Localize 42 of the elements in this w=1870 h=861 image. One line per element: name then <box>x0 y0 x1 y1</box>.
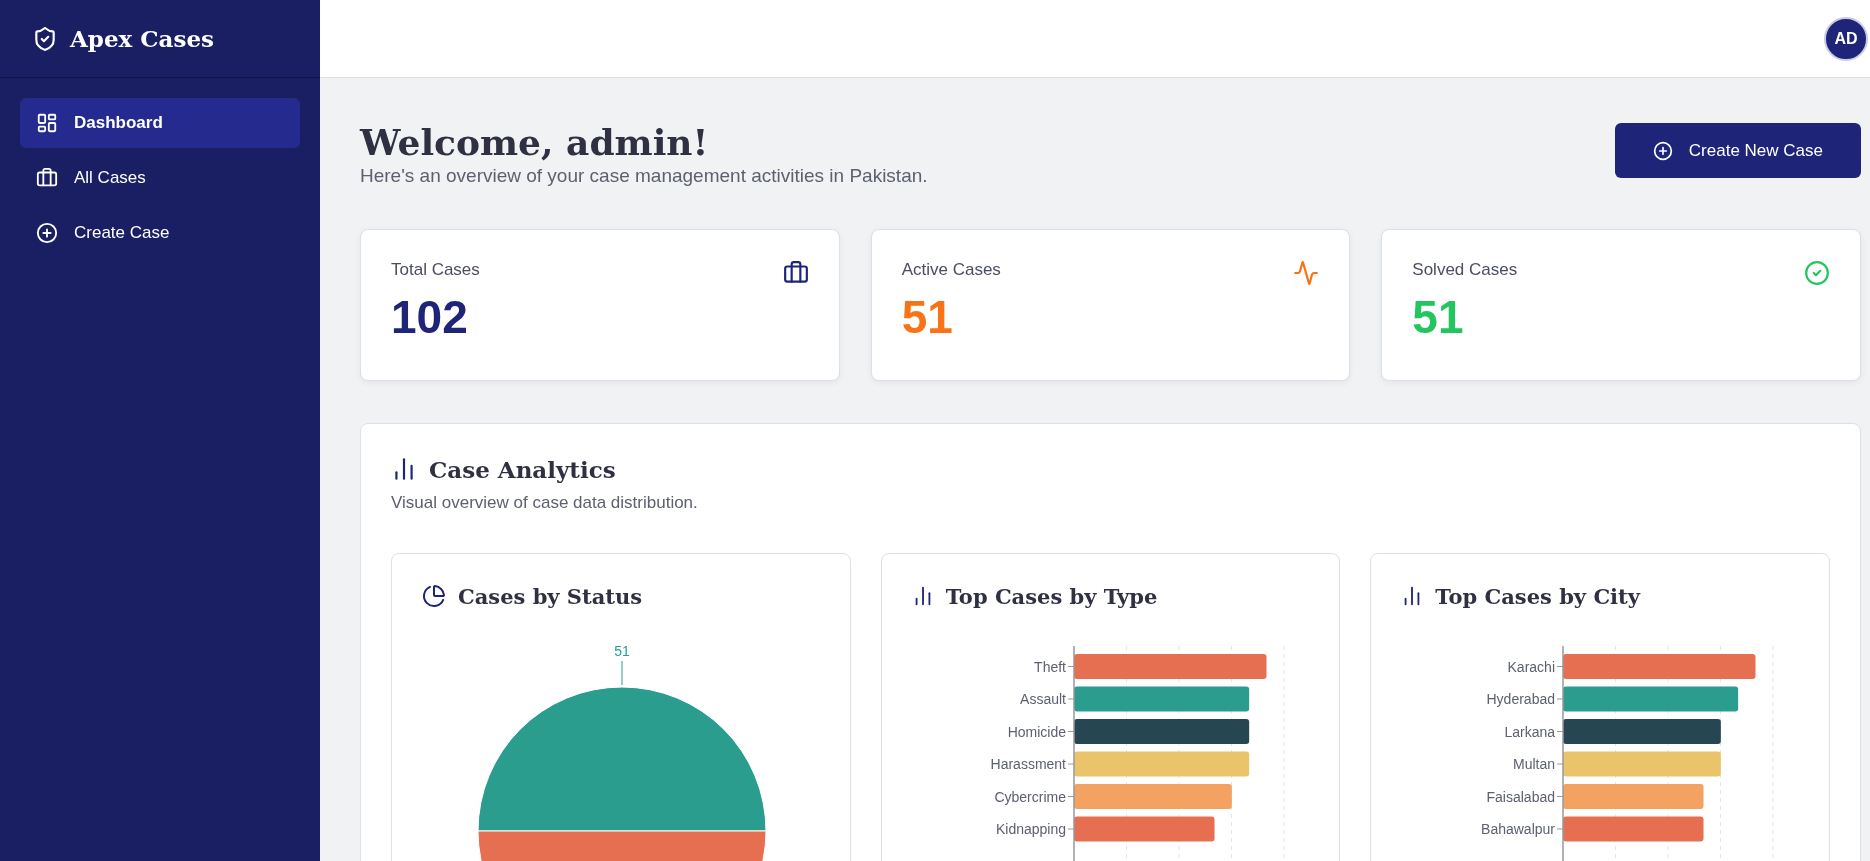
chart-title: Top Cases by City <box>1435 583 1640 609</box>
chart-title: Cases by Status <box>458 583 643 609</box>
axis-label: Theft <box>1033 658 1066 675</box>
nav-item[interactable]: Create Case <box>20 208 300 258</box>
panel-subtitle: Visual overview of case data distribution. <box>391 492 699 513</box>
create-case-button[interactable]: Create New Case <box>1614 123 1861 178</box>
check-circle-icon <box>1804 259 1830 286</box>
stat-label: Active Cases <box>901 259 1001 279</box>
brand-name: Apex Cases <box>70 25 215 52</box>
stat-value: 102 <box>391 289 469 344</box>
shield-icon <box>32 25 58 52</box>
axis-label: Hyderabad <box>1486 690 1556 707</box>
user-avatar[interactable]: AD <box>1824 16 1868 61</box>
briefcase-icon <box>36 167 58 189</box>
dashboard-icon <box>36 112 58 134</box>
plus-circle-icon <box>36 222 58 244</box>
value-label: 51 <box>614 642 630 659</box>
axis-label: Faisalabad <box>1486 788 1556 805</box>
axis-label: Larkana <box>1504 723 1556 740</box>
activity-icon <box>1293 259 1320 286</box>
plus-circle-icon <box>1652 140 1673 161</box>
stat-label: Solved Cases <box>1412 259 1518 279</box>
axis-label: Assault <box>1019 690 1066 707</box>
axis-label: Karachi <box>1507 658 1556 675</box>
pie-chart-icon <box>422 584 446 609</box>
stat-value: 51 <box>1412 289 1465 344</box>
axis-label: Kidnapping <box>995 820 1066 837</box>
axis-label: Cybercrime <box>994 788 1066 805</box>
nav-item[interactable]: All Cases <box>20 153 300 203</box>
nav-item[interactable]: Dashboard <box>20 98 300 148</box>
page-subtitle: Here's an overview of your case management activities in Pakistan. <box>360 164 928 187</box>
leader-line <box>621 660 623 686</box>
axis-label: Bahawalpur <box>1481 820 1556 837</box>
page-title: Welcome, admin! <box>360 123 710 163</box>
axis-label: Homicide <box>1007 723 1066 740</box>
stat-label: Total Cases <box>391 259 480 279</box>
briefcase-icon <box>782 259 809 286</box>
stat-value: 51 <box>901 289 954 344</box>
panel-title: Case Analytics <box>429 455 616 483</box>
axis-label: Multan <box>1513 755 1556 772</box>
chart-title: Top Cases by Type <box>945 583 1158 609</box>
axis-label: Harassment <box>990 755 1066 772</box>
